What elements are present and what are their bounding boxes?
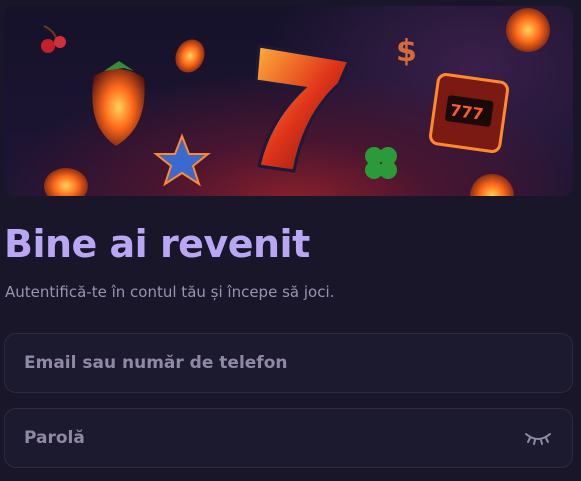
email-field-placeholder: Email sau număr de telefon xyxy=(24,353,288,373)
eye-closed-icon[interactable] xyxy=(524,430,552,446)
cherry-icon xyxy=(41,25,66,53)
promo-banner: $ 777 xyxy=(4,6,573,196)
clover-icon xyxy=(365,147,397,179)
lucky-seven-icon xyxy=(254,44,352,173)
email-field[interactable]: Email sau număr de telefon xyxy=(4,333,573,393)
page-title: Bine ai revenit xyxy=(4,222,310,266)
lava-orb-icon xyxy=(470,174,514,196)
strawberry-icon xyxy=(92,61,145,146)
password-field-placeholder: Parolă xyxy=(24,428,85,448)
lava-rock-icon xyxy=(175,39,205,73)
page-subtitle: Autentifică-te în contul tău și începe s… xyxy=(5,283,335,301)
banner-art: $ 777 xyxy=(41,8,550,196)
password-field[interactable]: Parolă xyxy=(4,408,573,468)
lava-plum-icon xyxy=(44,168,88,196)
slot-machine-icon: 777 xyxy=(429,73,509,153)
dollar-icon: $ xyxy=(396,34,417,69)
lava-orb-icon xyxy=(506,8,550,52)
star-icon xyxy=(153,133,211,187)
